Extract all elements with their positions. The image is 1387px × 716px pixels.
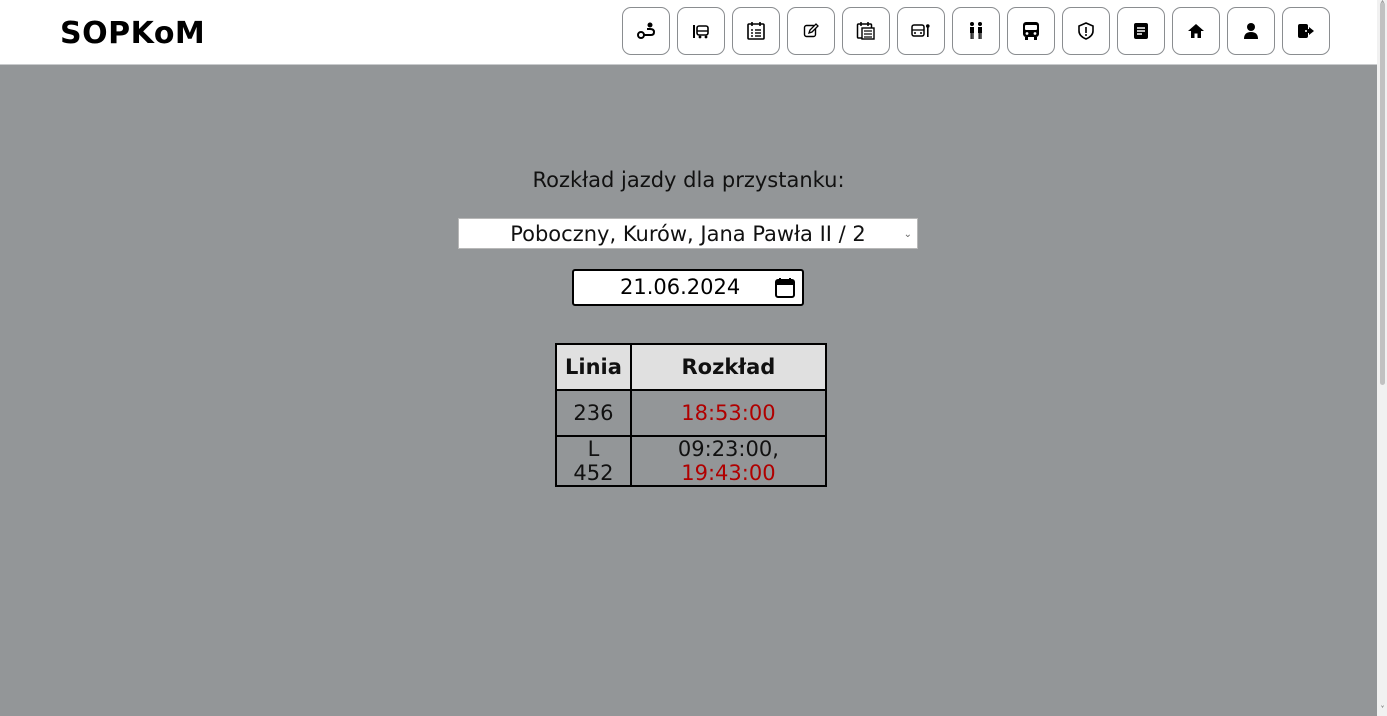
schedule-cell: 09:23:00, 19:43:00 (629, 435, 827, 487)
home-icon (1188, 24, 1204, 38)
column-header-schedule: Rozkład (629, 343, 827, 391)
routes-button[interactable] (622, 7, 670, 55)
logout-icon (1298, 24, 1314, 38)
user-icon (1244, 23, 1258, 39)
table-header-row: Linia Rozkład (555, 343, 827, 391)
nav-toolbar (622, 7, 1330, 55)
scroll-down-icon[interactable]: ˅ (1378, 705, 1387, 714)
line-cell: L 452 (555, 435, 632, 487)
route-icon (637, 22, 656, 39)
schedule-cell: 18:53:00 (629, 389, 827, 437)
logout-button[interactable] (1282, 7, 1330, 55)
calendar-list-icon (747, 22, 765, 40)
reports-button[interactable] (1117, 7, 1165, 55)
top-header: SOPKoM (0, 0, 1377, 65)
vehicles-button[interactable] (1007, 7, 1055, 55)
edit-button[interactable] (787, 7, 835, 55)
document-icon (1134, 23, 1148, 39)
shield-icon (1078, 22, 1094, 40)
people-icon (970, 22, 982, 39)
schedule-icon (856, 22, 875, 40)
depot-button[interactable] (897, 7, 945, 55)
app-logo[interactable]: SOPKoM (60, 14, 205, 54)
schedules-button[interactable] (842, 7, 890, 55)
home-button[interactable] (1172, 7, 1220, 55)
stop-select-value: Poboczny, Kurów, Jana Pawła II / 2 (510, 222, 866, 246)
table-row: L 452 09:23:00, 19:43:00 (555, 435, 827, 487)
depot-icon (911, 24, 930, 37)
departure-time: 19:43:00 (681, 461, 776, 485)
security-button[interactable] (1062, 7, 1110, 55)
page-heading: Rozkład jazdy dla przystanku: (532, 168, 845, 192)
stops-button[interactable] (677, 7, 725, 55)
date-input-value: 21.06.2024 (620, 275, 741, 299)
scroll-up-icon[interactable]: ˄ (1378, 0, 1387, 9)
date-input[interactable]: 21.06.2024 (572, 269, 804, 306)
departure-separator: , (772, 437, 779, 461)
calendar-icon[interactable] (774, 277, 796, 299)
scrollbar-thumb[interactable] (1380, 2, 1385, 385)
profile-button[interactable] (1227, 7, 1275, 55)
calendar-button[interactable] (732, 7, 780, 55)
table-row: 236 18:53:00 (555, 389, 827, 437)
timetable: Linia Rozkład 236 18:53:00 L 452 09:23:0… (555, 343, 827, 487)
bus-stop-icon (693, 25, 709, 39)
line-cell: 236 (555, 389, 632, 437)
bus-icon (1023, 22, 1039, 40)
edit-icon (803, 23, 819, 38)
chevron-down-icon: ⌄ (903, 229, 912, 240)
passengers-button[interactable] (952, 7, 1000, 55)
stop-select[interactable]: Poboczny, Kurów, Jana Pawła II / 2 ⌄ (458, 218, 918, 249)
column-header-line: Linia (555, 343, 632, 391)
departure-time: 09:23:00 (677, 437, 773, 461)
departure-time: 18:53:00 (681, 401, 776, 425)
